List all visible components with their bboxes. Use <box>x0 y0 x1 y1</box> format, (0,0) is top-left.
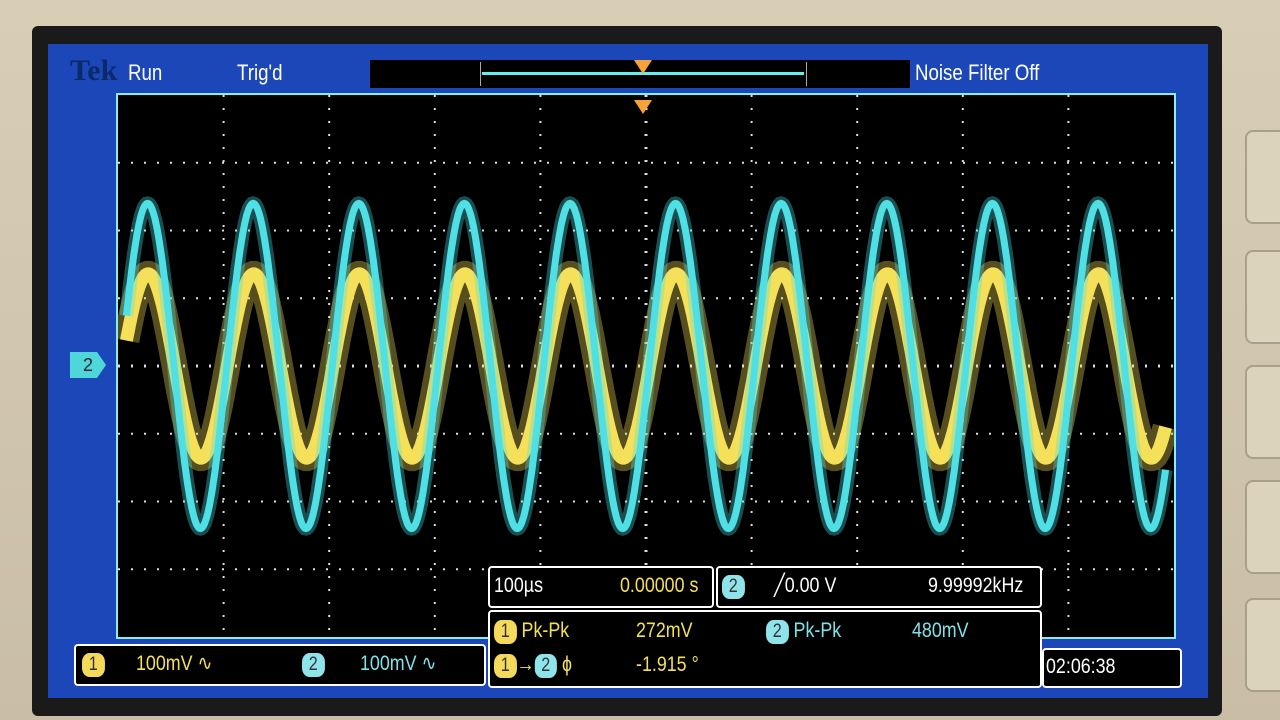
trigger-source-badge: 2 <box>722 575 745 599</box>
timebase-scale: 100µs <box>494 574 543 597</box>
side-button-4[interactable] <box>1245 480 1280 574</box>
trigger-state: Trig'd <box>237 60 283 85</box>
trigger-frequency: 9.99992kHz <box>928 574 1024 597</box>
phase-symbol: ϕ <box>562 653 573 676</box>
m2-value: 480mV <box>912 619 969 642</box>
noise-filter-status: Noise Filter Off <box>915 60 1040 85</box>
trigger-box[interactable]: 2 ╱0.00 V 9.99992kHz <box>716 566 1042 608</box>
m1-value: 272mV <box>636 619 693 642</box>
waveform-plot <box>118 95 1174 637</box>
graticule <box>116 93 1176 639</box>
brand-logo: Tek <box>70 54 118 87</box>
ch2-badge: 2 <box>302 653 325 677</box>
clock-box: 02:06:38 <box>1042 648 1182 688</box>
ch1-badge: 1 <box>82 653 105 677</box>
timebase-box[interactable]: 100µs 0.00000 s <box>488 566 714 608</box>
clock: 02:06:38 <box>1046 655 1116 678</box>
m2-channel-badge: 2 <box>766 620 789 644</box>
phase-from-badge: 1 <box>494 654 517 678</box>
run-state: Run <box>128 60 163 85</box>
trigger-level: ╱0.00 V <box>774 574 837 597</box>
ch2-scale: 100mV ∿ <box>360 652 437 675</box>
phase-to-badge: 2 <box>534 654 558 678</box>
side-button-1[interactable] <box>1245 130 1280 224</box>
side-button-5[interactable] <box>1245 598 1280 692</box>
ch1-scale: 100mV ∿ <box>136 652 213 675</box>
channel-scales-box[interactable]: 1 100mV ∿ 2 100mV ∿ <box>74 644 486 686</box>
phase-arrow: → <box>516 653 535 676</box>
measurements-box[interactable]: 1 Pk-Pk 272mV 2 Pk-Pk 480mV 1 → 2 ϕ -1.915… <box>488 610 1042 688</box>
side-button-3[interactable] <box>1245 365 1280 459</box>
side-button-2[interactable] <box>1245 250 1280 344</box>
phase-value: -1.915 ° <box>636 653 699 676</box>
trigger-marker-icon <box>634 100 652 114</box>
trigger-position-icon <box>634 60 652 74</box>
m1-channel-badge: 1 <box>494 620 517 644</box>
timebase-position: 0.00000 s <box>620 574 699 597</box>
m1-label: Pk-Pk <box>521 619 570 642</box>
m2-label: Pk-Pk <box>793 619 842 642</box>
